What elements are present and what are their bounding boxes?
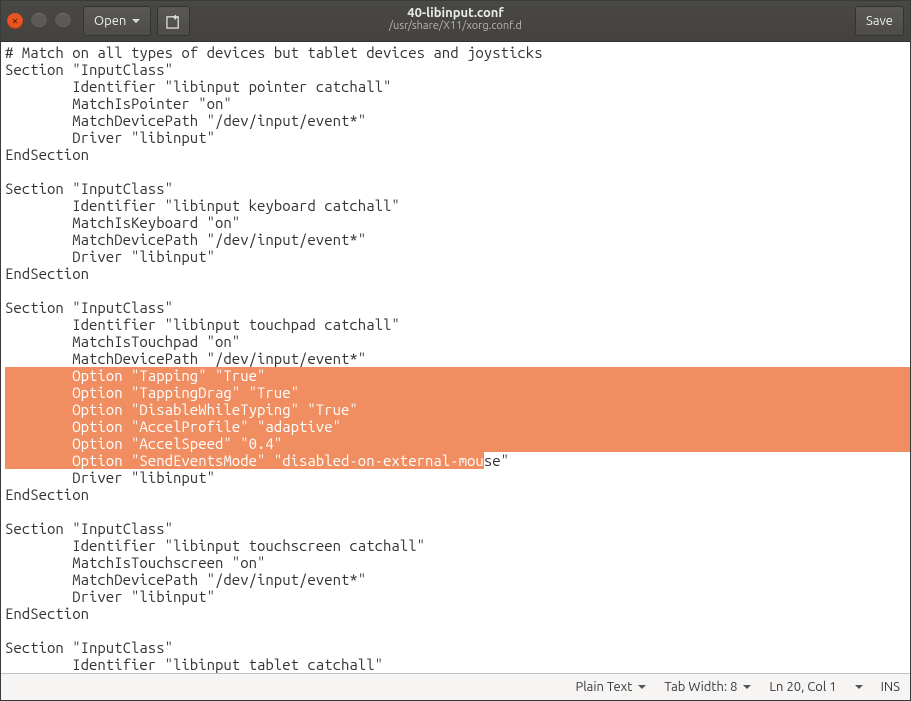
editor-line (5, 282, 910, 299)
insert-mode[interactable]: INS (881, 680, 900, 694)
editor-line: Section "InputClass" (5, 299, 910, 316)
editor-window: Open 40-libinput.conf /usr/share/X11/xor… (0, 0, 911, 701)
open-button-label: Open (94, 14, 126, 28)
window-controls (7, 13, 71, 29)
editor-line: EndSection (5, 486, 910, 503)
language-selector[interactable]: Plain Text (575, 680, 646, 694)
maximize-icon[interactable] (55, 13, 71, 29)
save-button-label: Save (866, 14, 893, 28)
statusbar: Plain Text Tab Width: 8 Ln 20, Col 1 INS (1, 673, 910, 700)
line-menu[interactable] (855, 685, 863, 689)
editor-line: Option "TappingDrag" "True" (5, 384, 910, 401)
text-editor[interactable]: # Match on all types of devices but tabl… (1, 42, 910, 673)
editor-line: MatchIsKeyboard "on" (5, 214, 910, 231)
editor-line: Section "InputClass" (5, 639, 910, 656)
editor-line: Option "AccelSpeed" "0.4" (5, 435, 910, 452)
editor-line: MatchIsPointer "on" (5, 95, 910, 112)
tab-width-label: Tab Width: 8 (664, 680, 737, 694)
editor-line: EndSection (5, 605, 910, 622)
editor-line: EndSection (5, 146, 910, 163)
editor-line: Driver "libinput" (5, 129, 910, 146)
editor-line: EndSection (5, 265, 910, 282)
editor-line (5, 622, 910, 639)
editor-line: Identifier "libinput keyboard catchall" (5, 197, 910, 214)
new-tab-icon (166, 14, 181, 29)
editor-line: Option "DisableWhileTyping" "True" (5, 401, 910, 418)
editor-line: MatchIsTouchpad "on" (5, 333, 910, 350)
chevron-down-icon (638, 685, 646, 689)
insert-mode-label: INS (881, 680, 900, 694)
chevron-down-icon (743, 685, 751, 689)
editor-line: Option "AccelProfile" "adaptive" (5, 418, 910, 435)
chevron-down-icon (132, 19, 140, 23)
headerbar: Open 40-libinput.conf /usr/share/X11/xor… (1, 1, 910, 42)
editor-line (5, 163, 910, 180)
editor-line: Option "SendEventsMode" "disabled-on-ext… (5, 452, 910, 469)
editor-line: MatchDevicePath "/dev/input/event*" (5, 112, 910, 129)
editor-line: MatchDevicePath "/dev/input/event*" (5, 350, 910, 367)
editor-line: Driver "libinput" (5, 469, 910, 486)
editor-line: Identifier "libinput touchscreen catchal… (5, 537, 910, 554)
cursor-position: Ln 20, Col 1 (769, 680, 836, 694)
editor-line (5, 503, 910, 520)
tab-width-selector[interactable]: Tab Width: 8 (664, 680, 751, 694)
editor-line: MatchDevicePath "/dev/input/event*" (5, 571, 910, 588)
close-icon[interactable] (7, 13, 23, 29)
cursor-position-label: Ln 20, Col 1 (769, 680, 836, 694)
save-button[interactable]: Save (855, 6, 904, 36)
editor-line: Identifier "libinput tablet catchall" (5, 656, 910, 673)
new-tab-button[interactable] (157, 6, 190, 36)
editor-line: Option "Tapping" "True" (5, 367, 910, 384)
minimize-icon[interactable] (31, 13, 47, 29)
editor-line: Driver "libinput" (5, 588, 910, 605)
editor-line: Section "InputClass" (5, 61, 910, 78)
editor-line: Section "InputClass" (5, 520, 910, 537)
language-label: Plain Text (575, 680, 632, 694)
editor-line: MatchIsTouchscreen "on" (5, 554, 910, 571)
editor-line: Driver "libinput" (5, 248, 910, 265)
editor-line: Identifier "libinput touchpad catchall" (5, 316, 910, 333)
open-button[interactable]: Open (83, 6, 151, 36)
editor-line: Identifier "libinput pointer catchall" (5, 78, 910, 95)
chevron-down-icon (855, 685, 863, 689)
editor-line: Section "InputClass" (5, 180, 910, 197)
editor-line: MatchDevicePath "/dev/input/event*" (5, 231, 910, 248)
editor-line: # Match on all types of devices but tabl… (5, 44, 910, 61)
